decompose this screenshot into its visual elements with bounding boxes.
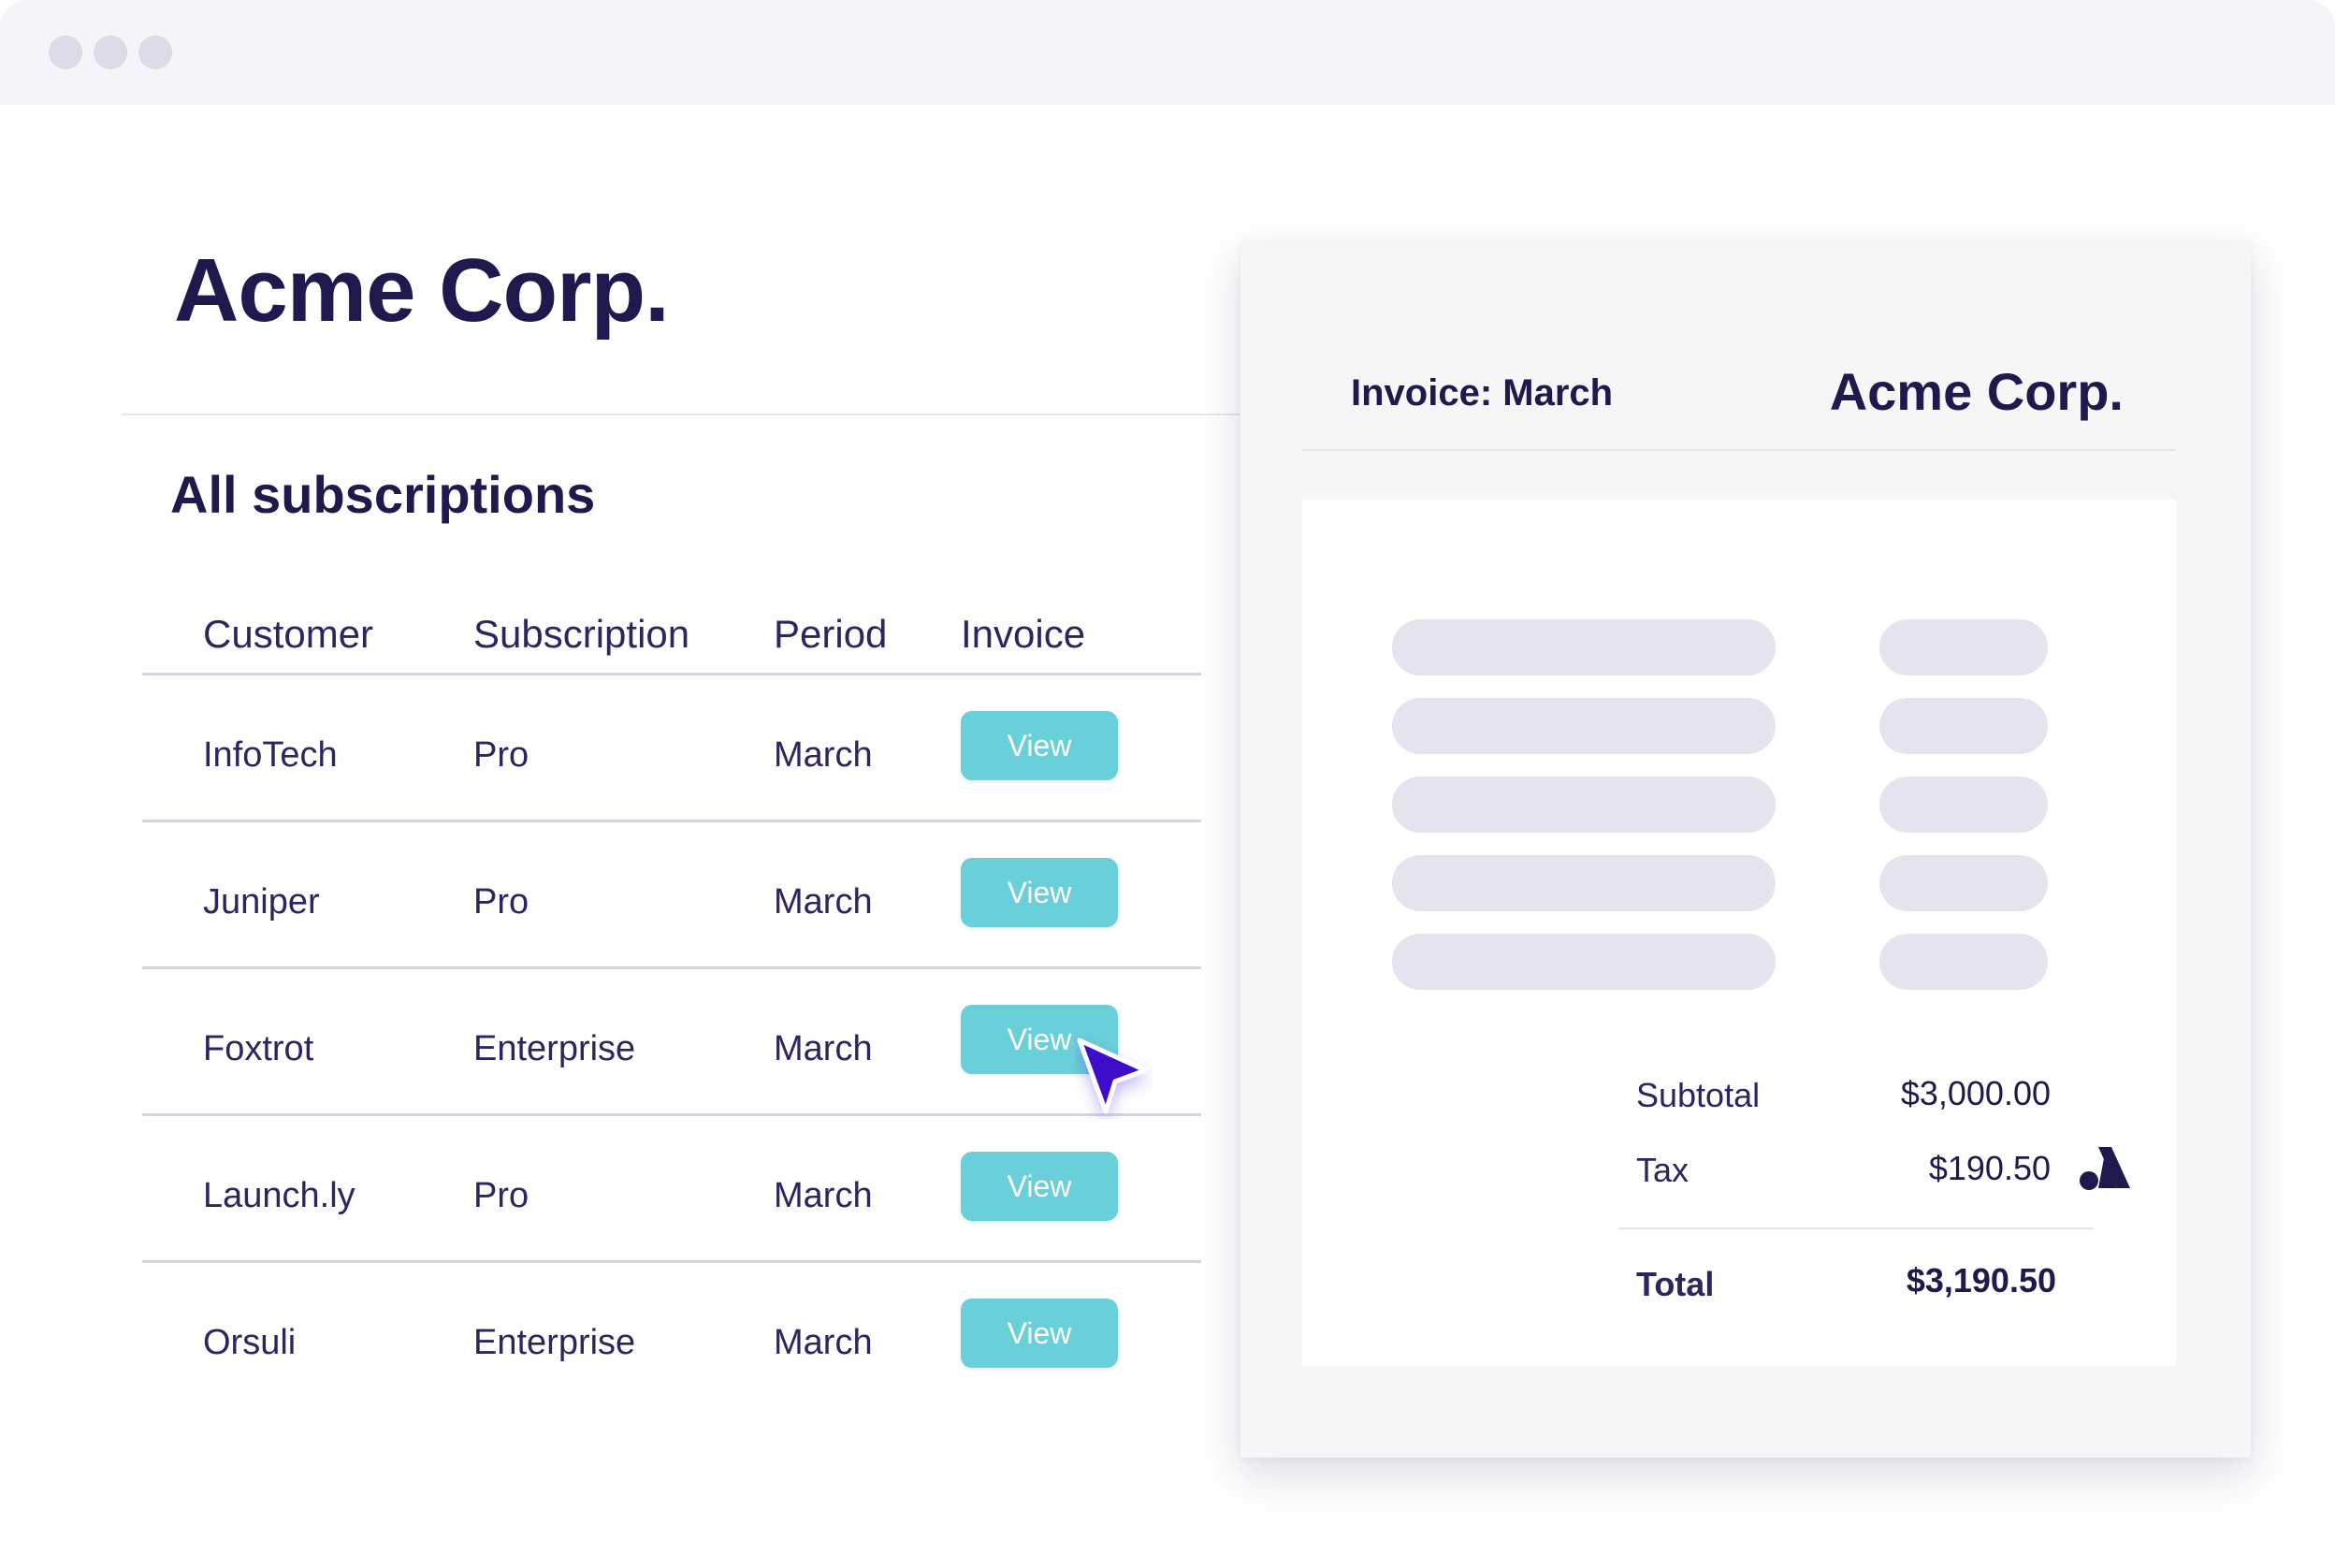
customer-cell: InfoTech [203,735,338,775]
column-header-subscription: Subscription [473,612,690,656]
line-item-description-placeholder [1392,934,1776,990]
view-invoice-button[interactable]: View [961,1299,1118,1368]
table-row: InfoTech Pro March View [142,675,1201,822]
invoice-company-name: Acme Corp. [1829,362,2124,421]
tax-label: Tax [1636,1151,1690,1189]
column-header-invoice: Invoice [961,612,1086,656]
line-item-amount-placeholder [1879,855,2048,911]
subtotal-value: $3,000.00 [1900,1074,2051,1112]
period-cell: March [774,1323,873,1362]
tax-value: $190.50 [1928,1149,2051,1187]
company-title: Acme Corp. [174,240,670,341]
column-header-customer: Customer [203,612,374,656]
brand-logo-icon [2080,1147,2130,1190]
table-row: Juniper Pro March View [142,822,1201,969]
line-item-amount-placeholder [1879,698,2048,754]
subscriptions-table: Customer Subscription Period Invoice Inf… [142,599,1201,1410]
close-dot[interactable] [49,36,82,69]
period-cell: March [774,1176,873,1215]
line-item-description-placeholder [1392,855,1776,911]
customer-cell: Orsuli [203,1323,297,1362]
table-row: Orsuli Enterprise March View [142,1263,1201,1410]
customer-cell: Juniper [203,882,320,922]
window-titlebar [0,0,2335,105]
line-item-description-placeholder [1392,698,1776,754]
subscription-cell: Enterprise [473,1323,636,1362]
column-header-period: Period [774,612,888,656]
subscription-cell: Enterprise [473,1029,636,1068]
total-value: $3,190.50 [1906,1261,2056,1299]
header-divider [122,414,1244,415]
table-header: Customer Subscription Period Invoice [142,599,1201,675]
line-item-amount-placeholder [1879,777,2048,833]
total-divider [1618,1227,2094,1229]
period-cell: March [774,882,873,922]
period-cell: March [774,1029,873,1068]
invoice-heading: Invoice: March [1351,372,1614,414]
view-invoice-button[interactable]: View [961,1152,1118,1221]
view-invoice-button[interactable]: View [961,858,1118,927]
table-row: Foxtrot Enterprise March View [142,969,1201,1116]
subscription-cell: Pro [473,1176,529,1215]
cursor-pointer-icon [1077,1038,1148,1114]
invoice-preview-panel: Invoice: March Acme Corp. Subtotal $3,00… [1240,241,2251,1458]
app-window: Acme Corp. All subscriptions Customer Su… [0,0,2335,1568]
subtotal-label: Subtotal [1636,1076,1761,1114]
view-invoice-button[interactable]: View [961,711,1118,780]
line-item-amount-placeholder [1879,934,2048,990]
invoice-header-divider [1302,449,2176,451]
maximize-dot[interactable] [138,36,172,69]
line-item-description-placeholder [1392,777,1776,833]
total-label: Total [1636,1265,1715,1303]
line-item-amount-placeholder [1879,619,2048,675]
invoice-body: Subtotal $3,000.00 Tax $190.50 Total $3,… [1302,500,2176,1366]
subscription-cell: Pro [473,882,529,922]
minimize-dot[interactable] [94,36,127,69]
table-row: Launch.ly Pro March View [142,1116,1201,1263]
customer-cell: Foxtrot [203,1029,314,1068]
customer-cell: Launch.ly [203,1176,355,1215]
period-cell: March [774,735,873,775]
subscription-cell: Pro [473,735,529,775]
section-title: All subscriptions [170,465,596,524]
line-item-description-placeholder [1392,619,1776,675]
